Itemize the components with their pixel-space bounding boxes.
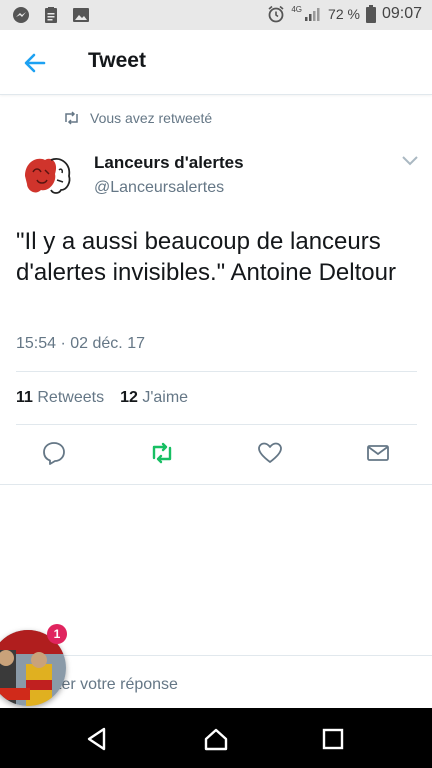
status-bar: 4G 72 % 09:07 bbox=[0, 0, 432, 30]
retweeted-label: Vous avez retweeté bbox=[90, 110, 213, 126]
divider bbox=[0, 484, 432, 485]
author-handle[interactable]: @Lanceursalertes bbox=[94, 179, 224, 197]
system-nav-bar bbox=[0, 708, 432, 768]
battery-percent: 72 % bbox=[328, 6, 360, 22]
retweets-stat[interactable]: 11 Retweets bbox=[16, 389, 104, 407]
nav-home-icon[interactable] bbox=[203, 726, 229, 752]
chat-badge: 1 bbox=[47, 624, 67, 644]
image-icon bbox=[73, 8, 89, 22]
nav-back-icon[interactable] bbox=[84, 726, 110, 752]
retweet-small-icon bbox=[65, 111, 78, 125]
likes-label: J'aime bbox=[142, 389, 189, 406]
divider bbox=[16, 371, 417, 372]
likes-stat[interactable]: 12 J'aime bbox=[120, 389, 188, 407]
back-arrow-icon[interactable] bbox=[22, 50, 48, 76]
retweet-icon[interactable] bbox=[149, 440, 175, 466]
signal-icon bbox=[305, 8, 320, 21]
page-title: Tweet bbox=[88, 49, 146, 72]
avatar[interactable] bbox=[15, 146, 77, 208]
tweet-stats: 11 Retweets 12 J'aime bbox=[16, 389, 188, 407]
reply-icon[interactable] bbox=[41, 440, 67, 466]
chevron-down-icon[interactable] bbox=[401, 155, 419, 167]
clipboard-icon bbox=[45, 7, 57, 23]
share-mail-icon[interactable] bbox=[365, 440, 391, 466]
network-type: 4G bbox=[291, 4, 303, 14]
retweeted-notice: Vous avez retweeté bbox=[63, 110, 212, 126]
retweets-count: 11 bbox=[16, 389, 33, 406]
like-icon[interactable] bbox=[257, 440, 283, 466]
author-name[interactable]: Lanceurs d'alertes bbox=[94, 153, 244, 173]
tweet-timestamp: 15:54 · 02 déc. 17 bbox=[16, 335, 145, 352]
clock: 09:07 bbox=[381, 5, 422, 22]
likes-count: 12 bbox=[120, 389, 138, 406]
alarm-icon bbox=[268, 5, 284, 23]
divider bbox=[16, 424, 417, 425]
battery-icon bbox=[365, 5, 376, 23]
retweets-label: Retweets bbox=[37, 389, 105, 406]
reply-input[interactable]: ter votre réponse bbox=[57, 676, 178, 694]
nav-recents-icon[interactable] bbox=[320, 726, 346, 752]
messenger-icon bbox=[13, 7, 29, 23]
tweet-text: "Il y a aussi beaucoup de lanceurs d'ale… bbox=[16, 228, 396, 286]
tweet-actions bbox=[0, 440, 432, 470]
top-app-bar: Tweet bbox=[0, 30, 432, 95]
